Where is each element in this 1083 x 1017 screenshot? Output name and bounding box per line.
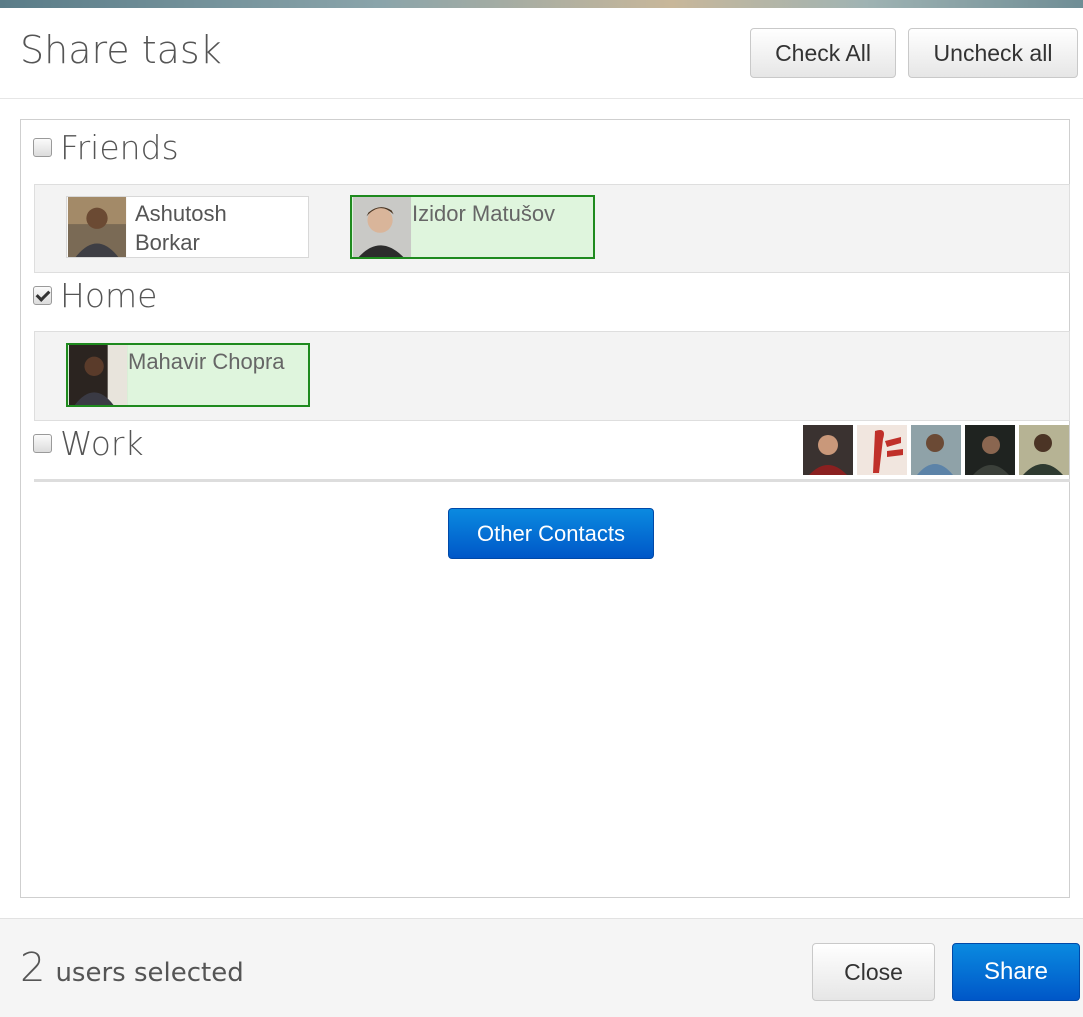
work-avatar-strip — [799, 425, 1069, 475]
group-header-friends: Friends — [33, 125, 179, 169]
group-header-home: Home — [33, 273, 157, 317]
avatar[interactable] — [857, 425, 907, 475]
contact-name: Mahavir Chopra — [128, 349, 285, 374]
contact-name-line2: Borkar — [135, 230, 200, 255]
dialog-title: Share task — [20, 28, 222, 72]
home-checkbox[interactable] — [33, 285, 52, 305]
friends-checkbox[interactable] — [33, 137, 52, 157]
group-label-home: Home — [60, 275, 158, 315]
background-strip — [0, 0, 1083, 8]
contact-name: Izidor Matušov — [412, 201, 556, 226]
share-panel: Friends Ashutosh Borkar Izidor Matušov H… — [20, 119, 1070, 898]
dialog-header: Share task Check All Uncheck all — [0, 8, 1083, 99]
contact-mahavir-chopra[interactable]: Mahavir Chopra — [66, 343, 310, 407]
contact-izidor-matusov[interactable]: Izidor Matušov — [350, 195, 595, 259]
close-button[interactable]: Close — [812, 943, 935, 1001]
group-label-friends: Friends — [60, 127, 179, 167]
avatar[interactable] — [803, 425, 853, 475]
contact-name: Ashutosh Borkar — [127, 197, 227, 257]
selection-count: 2 users selected — [20, 945, 244, 991]
avatar — [68, 345, 128, 405]
check-all-button[interactable]: Check All — [750, 28, 896, 78]
other-contacts-button[interactable]: Other Contacts — [448, 508, 654, 559]
work-checkbox[interactable] — [33, 433, 52, 453]
avatar — [352, 197, 412, 257]
friends-members: Ashutosh Borkar Izidor Matušov — [34, 184, 1070, 273]
contact-ashutosh-borkar[interactable]: Ashutosh Borkar — [66, 196, 309, 258]
avatar[interactable] — [965, 425, 1015, 475]
avatar[interactable] — [1019, 425, 1069, 475]
avatar — [67, 197, 127, 257]
avatar[interactable] — [911, 425, 961, 475]
dialog-footer: 2 users selected Close Share — [0, 918, 1083, 1017]
home-members: Mahavir Chopra — [34, 331, 1070, 421]
selected-count-text: users selected — [55, 958, 244, 988]
contact-name-line1: Ashutosh — [135, 201, 227, 226]
selected-count-number: 2 — [20, 945, 46, 991]
group-header-work: Work — [33, 421, 144, 465]
group-label-work: Work — [60, 423, 144, 463]
uncheck-all-button[interactable]: Uncheck all — [908, 28, 1078, 78]
share-button[interactable]: Share — [952, 943, 1080, 1001]
group-divider — [34, 479, 1070, 482]
